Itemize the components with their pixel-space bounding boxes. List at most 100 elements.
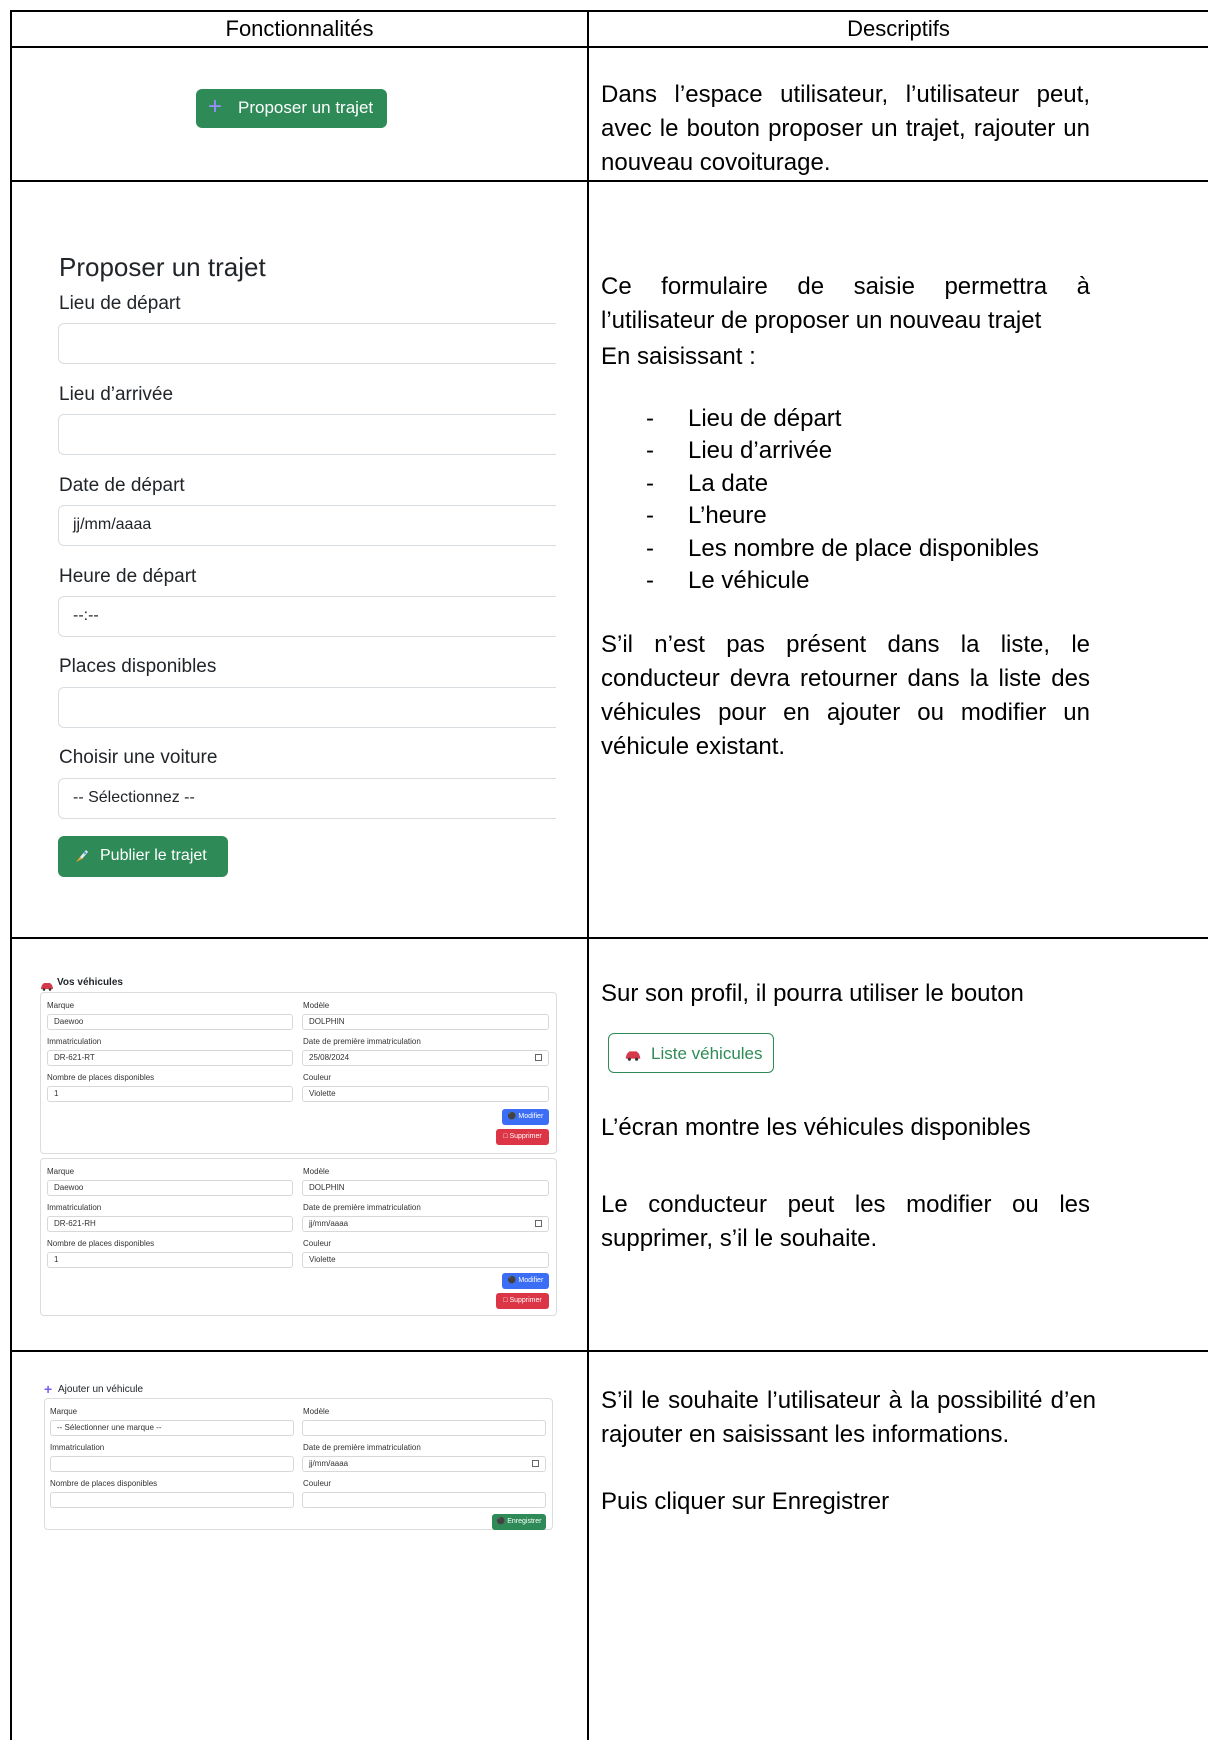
date-input-1[interactable]: 25/08/2024 [302,1050,549,1066]
add-immat-input[interactable] [50,1456,294,1472]
add-modele-input[interactable] [302,1420,546,1436]
row2-desc-note: S’il n’est pas présent dans la liste, le… [601,631,1090,760]
bullet-item-4: L’heure [688,502,767,529]
add-label-immat: Immatriculation [50,1443,105,1452]
bullet-item-2: Lieu d’arrivée [688,437,833,464]
trash-icon: □ [503,1297,508,1304]
car-select[interactable]: -- Sélectionnez -- [58,778,556,819]
add-couleur-input[interactable] [302,1492,546,1508]
row1-description: Dans l’espace utilisateur, l’utilisateur… [601,81,1090,176]
immat-input-1[interactable]: DR-621-RT [47,1050,293,1066]
time-input[interactable]: --:-- [58,596,556,637]
places-input-1[interactable]: 1 [47,1086,293,1102]
modifier-label-1: Modifier [518,1113,544,1120]
list-vehicles-button[interactable]: Liste véhicules [608,1033,774,1073]
label-date-2: Date de première immatriculation [303,1203,421,1212]
modifier-label-2: Modifier [518,1277,544,1284]
bullet-item-6: Le véhicule [688,567,810,594]
add-vehicle-title: Ajouter un véhicule [58,1384,144,1395]
departure-input[interactable] [58,323,556,364]
date-input[interactable]: jj/mm/aaaa [58,505,556,546]
row2-desc-en: En saisissant : [601,343,756,370]
field-label-arrivee: Lieu d’arrivée [59,384,174,405]
table-row-divider-2 [10,180,1208,182]
add-date-input[interactable]: jj/mm/aaaa [302,1456,546,1472]
add-label-marque: Marque [50,1407,78,1416]
label-date-1: Date de première immatriculation [303,1037,421,1046]
supprimer-button-1[interactable]: □ Supprimer [496,1129,549,1145]
save-button-label: Enregistrer [507,1518,542,1525]
modifier-button-2[interactable]: ⚫ Modifier [502,1273,549,1289]
propose-trip-button[interactable]: + Proposer un trajet [196,89,387,128]
marque-input-1[interactable]: Daewoo [47,1014,293,1030]
calendar-icon [535,1054,542,1061]
form-title: Proposer un trajet [59,252,266,282]
row3-desc-modify: Le conducteur peut les modifier ou les s… [601,1191,1090,1252]
label-immat-2: Immatriculation [47,1203,102,1212]
label-marque-1: Marque [47,1001,75,1010]
date-input-value: jj/mm/aaaa [73,516,152,533]
bullet-item-5: Les nombre de place disponibles [688,535,1039,562]
supprimer-label-1: Supprimer [509,1133,542,1140]
field-label-places: Places disponibles [59,656,217,677]
row3-desc-screen: L’écran montre les véhicules disponibles [601,1114,1031,1141]
date-value-2: jj/mm/aaaa [309,1219,349,1228]
table-border-left [10,10,12,1740]
places-input-2[interactable]: 1 [47,1252,293,1268]
publish-trip-button[interactable]: Publier le trajet [58,836,228,877]
add-date-value: jj/mm/aaaa [309,1459,349,1468]
bullet-item-1: Lieu de départ [688,405,842,432]
label-places-2: Nombre de places disponibles [47,1239,155,1248]
immat-input-2[interactable]: DR-621-RH [47,1216,293,1232]
supprimer-button-2[interactable]: □ Supprimer [496,1293,549,1309]
label-modele-1: Modèle [303,1001,330,1010]
trash-icon: □ [503,1133,508,1140]
row2-desc-intro: Ce formulaire de saisie permettra à l’ut… [601,273,1090,334]
car-icon [624,1048,642,1066]
modele-input-1[interactable]: DOLPHIN [302,1014,549,1030]
label-places-1: Nombre de places disponibles [47,1073,155,1082]
time-input-value: --:-- [73,607,99,624]
person-icon: ⚫ [496,1518,506,1525]
arrival-input[interactable] [58,414,556,455]
add-label-couleur: Couleur [303,1479,332,1488]
save-button[interactable]: ⚫ Enregistrer [492,1514,546,1530]
couleur-input-1[interactable]: Violette [302,1086,549,1102]
field-label-depart: Lieu de départ [59,293,181,314]
bullet-item-3: La date [688,470,769,497]
calendar-icon [535,1220,542,1227]
add-label-date: Date de première immatriculation [303,1443,421,1452]
add-marque-select[interactable]: -- Sélectionner une marque -- [50,1420,294,1436]
vehicles-title: Vos véhicules [57,977,123,988]
car-select-value: -- Sélectionnez -- [73,789,195,806]
label-modele-2: Modèle [303,1167,330,1176]
field-label-date: Date de départ [59,475,185,496]
table-row-divider-1 [10,46,1208,48]
field-label-heure: Heure de départ [59,566,197,587]
table-row-divider-3 [10,937,1208,939]
bullet-dash-4: - [646,502,654,529]
bullet-dash-5: - [646,535,654,562]
plus-icon: + [44,1381,53,1397]
date-input-2[interactable]: jj/mm/aaaa [302,1216,549,1232]
person-icon: ⚫ [507,1113,517,1120]
add-label-places: Nombre de places disponibles [50,1479,158,1488]
supprimer-label-2: Supprimer [509,1297,542,1304]
publish-trip-button-label: Publier le trajet [100,847,207,864]
row3-desc-profile: Sur son profil, il pourra utiliser le bo… [601,980,1024,1007]
label-couleur-1: Couleur [303,1073,332,1082]
couleur-input-2[interactable]: Violette [302,1252,549,1268]
rocket-icon [74,848,90,864]
person-icon: ⚫ [507,1277,517,1284]
row4-desc-2: Puis cliquer sur Enregistrer [601,1488,890,1515]
marque-input-2[interactable]: Daewoo [47,1180,293,1196]
header-col-fonctionnalites: Fonctionnalités [225,16,374,41]
add-places-input[interactable] [50,1492,294,1508]
date-value-1: 25/08/2024 [309,1053,350,1062]
label-couleur-2: Couleur [303,1239,332,1248]
modele-input-2[interactable]: DOLPHIN [302,1180,549,1196]
modifier-button-1[interactable]: ⚫ Modifier [502,1109,549,1125]
row4-desc-1: S’il le souhaite l’utilisateur à la poss… [601,1387,1096,1448]
propose-trip-button-label: Proposer un trajet [238,98,374,117]
seats-input[interactable] [58,687,556,728]
